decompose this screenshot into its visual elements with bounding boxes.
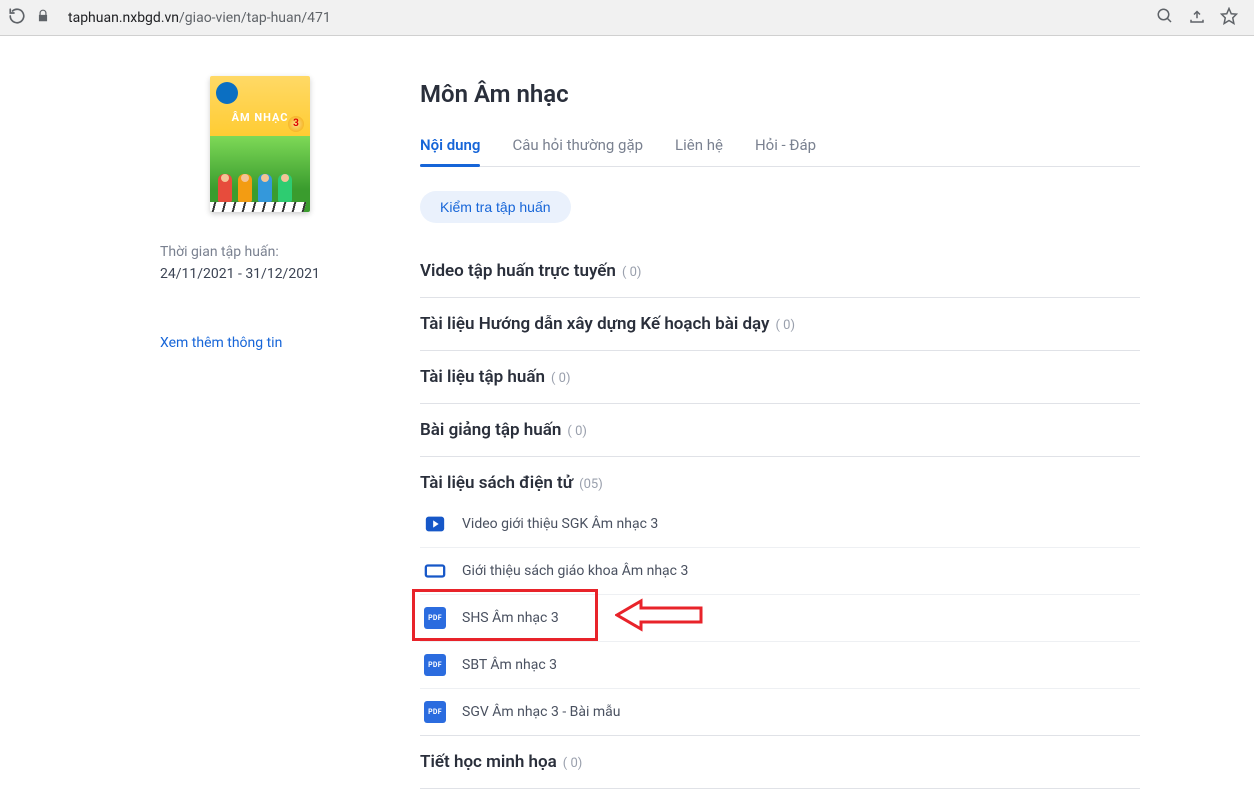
tab-noi-dung[interactable]: Nội dung	[420, 128, 480, 166]
item-label: SBT Âm nhạc 3	[462, 657, 557, 673]
section-video-training[interactable]: Video tập huấn trực tuyến ( 0)	[420, 245, 1140, 298]
training-period-label: Thời gian tập huấn:	[160, 244, 360, 260]
browser-actions	[1156, 7, 1246, 29]
cover-grade-badge: 3	[288, 116, 304, 132]
section-count: ( 0)	[567, 424, 587, 439]
video-icon	[424, 513, 446, 535]
item-label: Video giới thiệu SGK Âm nhạc 3	[462, 516, 658, 532]
item-label: Giới thiệu sách giáo khoa Âm nhạc 3	[462, 563, 688, 579]
training-period-dates: 24/11/2021 - 31/12/2021	[160, 266, 360, 282]
more-info-link[interactable]: Xem thêm thông tin	[160, 335, 282, 351]
section-training-lectures[interactable]: Bài giảng tập huấn ( 0)	[420, 404, 1140, 457]
slide-icon	[424, 560, 446, 582]
section-title: Tiết học minh họa	[420, 752, 557, 772]
list-item[interactable]: PDF SHS Âm nhạc 3	[420, 594, 1140, 641]
refresh-icon[interactable]	[8, 7, 26, 29]
list-item[interactable]: PDF SBT Âm nhạc 3	[420, 641, 1140, 688]
section-count: (05)	[579, 477, 603, 492]
tabs: Nội dung Câu hỏi thường gặp Liên hệ Hỏi …	[420, 128, 1140, 167]
tab-cau-hoi[interactable]: Câu hỏi thường gặp	[512, 128, 643, 166]
section-title: Video tập huấn trực tuyến	[420, 261, 616, 281]
section-title: Tài liệu sách điện tử	[420, 473, 573, 493]
item-label: SGV Âm nhạc 3 - Bài mẫu	[462, 704, 620, 720]
section-title: Tài liệu tập huấn	[420, 367, 545, 387]
list-item[interactable]: PDF SGV Âm nhạc 3 - Bài mẫu	[420, 688, 1140, 735]
section-count: ( 0)	[551, 371, 571, 386]
tab-lien-he[interactable]: Liên hệ	[675, 128, 723, 166]
book-cover: ÂM NHẠC 3	[210, 76, 310, 212]
section-sample-lessons[interactable]: Tiết học minh họa ( 0)	[420, 735, 1140, 789]
section-title: Tài liệu Hướng dẫn xây dựng Kế hoạch bài…	[420, 314, 770, 334]
section-lesson-plan-guide[interactable]: Tài liệu Hướng dẫn xây dựng Kế hoạch bài…	[420, 298, 1140, 351]
list-item[interactable]: Giới thiệu sách giáo khoa Âm nhạc 3	[420, 547, 1140, 594]
address-bar[interactable]: taphuan.nxbgd.vn/giao-vien/tap-huan/471	[60, 4, 1146, 32]
pdf-icon: PDF	[424, 701, 446, 723]
page-title: Môn Âm nhạc	[420, 80, 1140, 108]
url-text: taphuan.nxbgd.vn/giao-vien/tap-huan/471	[68, 10, 331, 26]
pdf-icon: PDF	[424, 654, 446, 676]
item-label: SHS Âm nhạc 3	[462, 610, 559, 626]
main-content: Môn Âm nhạc Nội dung Câu hỏi thường gặp …	[420, 76, 1140, 789]
lock-icon	[36, 8, 50, 27]
section-training-materials[interactable]: Tài liệu tập huấn ( 0)	[420, 351, 1140, 404]
exam-button[interactable]: Kiểm tra tập huấn	[420, 191, 571, 223]
list-item[interactable]: Video giới thiệu SGK Âm nhạc 3	[420, 501, 1140, 547]
arrow-annotation	[615, 597, 705, 633]
share-icon[interactable]	[1188, 7, 1206, 29]
section-count: ( 0)	[776, 318, 796, 333]
sidebar: ÂM NHẠC 3 Thời gian tập huấn: 24/11/2021…	[160, 76, 360, 789]
star-icon[interactable]	[1220, 7, 1238, 29]
section-count: ( 0)	[563, 756, 583, 771]
tab-hoi-dap[interactable]: Hỏi - Đáp	[755, 128, 816, 166]
zoom-icon[interactable]	[1156, 7, 1174, 29]
section-title: Bài giảng tập huấn	[420, 420, 561, 440]
ebook-items: Video giới thiệu SGK Âm nhạc 3 Giới thiệ…	[420, 501, 1140, 735]
section-ebooks: Tài liệu sách điện tử (05) Video giới th…	[420, 457, 1140, 735]
pdf-icon: PDF	[424, 607, 446, 629]
browser-toolbar: taphuan.nxbgd.vn/giao-vien/tap-huan/471	[0, 0, 1254, 36]
section-count: ( 0)	[622, 265, 642, 280]
